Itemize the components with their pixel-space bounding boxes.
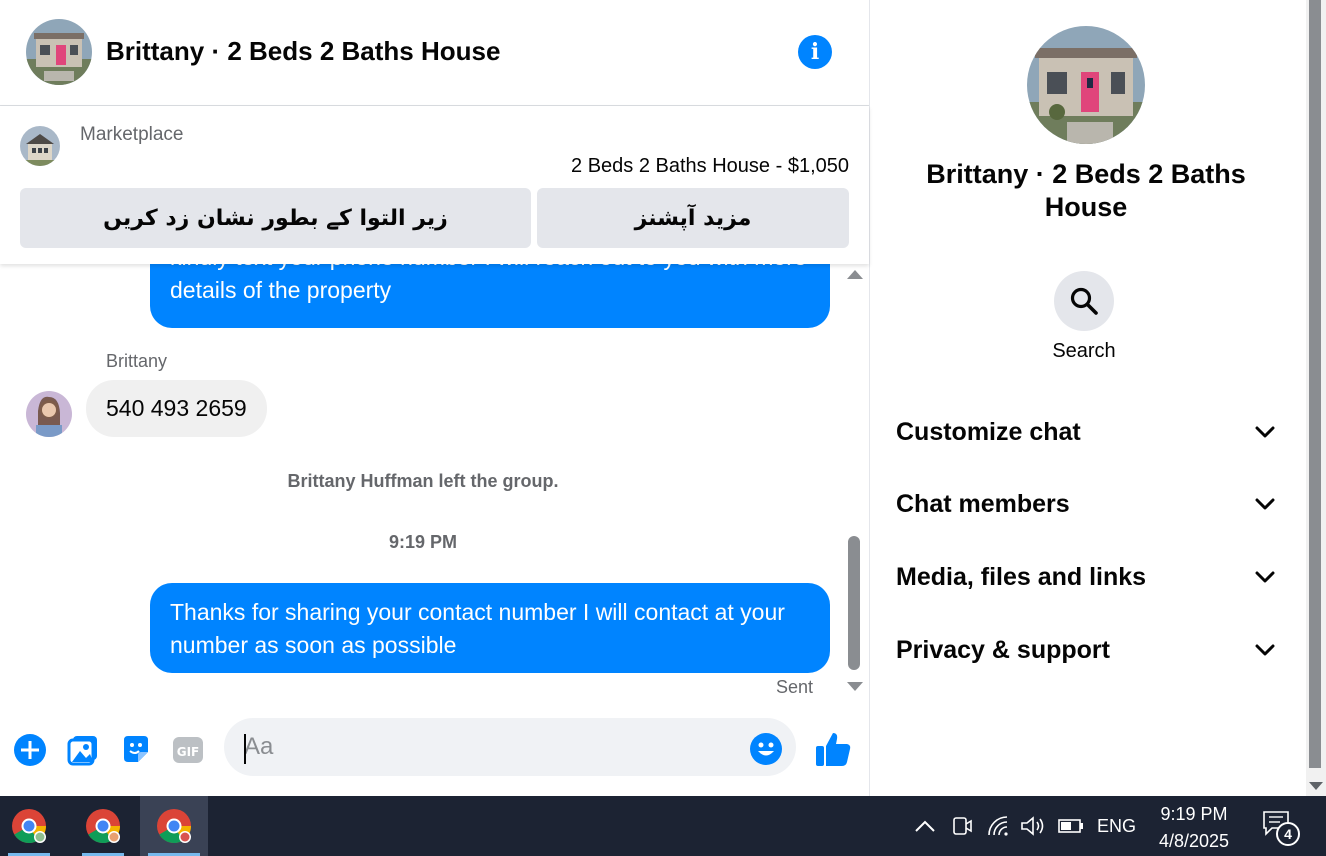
gif-icon[interactable]: GIF [170, 732, 206, 768]
search-icon [1070, 287, 1098, 315]
taskbar-chrome-window-1[interactable] [0, 796, 58, 856]
sent-status: Sent [775, 677, 813, 697]
panel-conversation-title: Brittany · 2 Beds 2 Baths House [926, 159, 1246, 222]
meet-now-icon[interactable] [952, 814, 972, 838]
battery-icon[interactable] [1058, 814, 1084, 838]
conversation-avatar[interactable] [1027, 26, 1145, 144]
sender-avatar[interactable] [26, 391, 72, 437]
windows-taskbar: ENG 9:19 PM 4/8/2025 4 [0, 796, 1326, 856]
outgoing-message[interactable]: kindly text your phone number I will rea… [150, 264, 830, 328]
notification-count-badge: 4 [1276, 822, 1300, 846]
marketplace-listing-thumbnail[interactable] [20, 126, 60, 166]
scroll-up-arrow-icon[interactable] [847, 270, 863, 279]
chat-window: Brittany · 2 Beds 2 Baths House i Market… [0, 0, 870, 796]
section-chat-members[interactable]: Chat members [896, 484, 1276, 524]
taskbar-clock[interactable]: 9:19 PM 4/8/2025 [1148, 801, 1240, 855]
chevron-up-icon[interactable] [914, 814, 936, 838]
page-scrollbar-thumb[interactable] [1309, 0, 1321, 768]
section-customize-chat[interactable]: Customize chat [896, 412, 1276, 452]
thumbs-up-icon[interactable] [814, 730, 852, 768]
chevron-down-icon [1254, 639, 1276, 661]
system-message-left-group: Brittany Huffman left the group. [287, 471, 559, 491]
section-label: Customize chat [896, 417, 1081, 446]
incoming-message[interactable]: 540 493 2659 [86, 380, 267, 437]
input-language-indicator[interactable]: ENG [1097, 816, 1136, 837]
message-input[interactable] [244, 718, 744, 776]
emoji-icon[interactable] [749, 732, 783, 766]
message-scrollbar[interactable] [844, 266, 864, 696]
outgoing-message[interactable]: Thanks for sharing your contact number I… [150, 583, 830, 673]
message-input-box[interactable] [224, 718, 796, 776]
chrome-icon [157, 809, 192, 844]
plus-icon[interactable] [12, 732, 48, 768]
scroll-down-arrow-icon[interactable] [847, 682, 863, 691]
chevron-down-icon [1254, 566, 1276, 588]
clock-time: 9:19 PM [1160, 804, 1228, 824]
section-label: Privacy & support [896, 635, 1110, 664]
sender-name: Brittany [106, 351, 168, 371]
section-label: Media, files and links [896, 562, 1147, 591]
chevron-down-icon [1254, 493, 1276, 515]
search-in-conversation-button[interactable] [1054, 271, 1114, 331]
scrollbar-thumb[interactable] [848, 536, 860, 670]
conversation-info-panel: Brittany · 2 Beds 2 Baths House Search C… [870, 0, 1306, 796]
marketplace-card: Marketplace 2 Beds 2 Baths House - $1,05… [0, 106, 869, 264]
chrome-icon [86, 809, 121, 844]
search-label: Search [1052, 340, 1116, 362]
message-composer: GIF [0, 704, 869, 796]
taskbar-chrome-window-2[interactable] [74, 796, 132, 856]
photo-icon[interactable] [65, 732, 101, 768]
sticker-icon[interactable] [118, 732, 154, 768]
conversation-title[interactable]: Brittany · 2 Beds 2 Baths House [106, 36, 500, 67]
scroll-down-arrow-icon[interactable] [1309, 782, 1323, 790]
section-media-files-links[interactable]: Media, files and links [896, 557, 1276, 597]
chevron-down-icon [1254, 421, 1276, 443]
listing-avatar[interactable] [26, 19, 92, 85]
section-label: Chat members [896, 489, 1070, 518]
action-center-button[interactable]: 4 [1262, 810, 1302, 850]
more-options-button[interactable]: مزید آپشنز [537, 188, 849, 248]
mark-as-pending-button[interactable]: زیر التوا کے بطور نشان زد کریں [20, 188, 531, 248]
page-scrollbar[interactable] [1306, 0, 1326, 796]
message-list[interactable]: kindly text your phone number I will rea… [0, 264, 842, 704]
wifi-icon[interactable] [986, 814, 1010, 838]
listing-title-price[interactable]: 2 Beds 2 Baths House - $1,050 [571, 155, 849, 178]
clock-date: 4/8/2025 [1158, 831, 1230, 851]
chrome-icon [12, 809, 47, 844]
svg-text:GIF: GIF [177, 745, 200, 759]
message-timestamp: 9:19 PM [388, 532, 458, 552]
chat-header: Brittany · 2 Beds 2 Baths House i [0, 0, 869, 106]
text-caret [244, 734, 246, 764]
taskbar-chrome-window-3[interactable] [140, 796, 208, 856]
section-privacy-support[interactable]: Privacy & support [896, 630, 1276, 670]
marketplace-label: Marketplace [80, 124, 184, 145]
info-icon[interactable]: i [798, 35, 832, 69]
volume-icon[interactable] [1020, 814, 1046, 838]
